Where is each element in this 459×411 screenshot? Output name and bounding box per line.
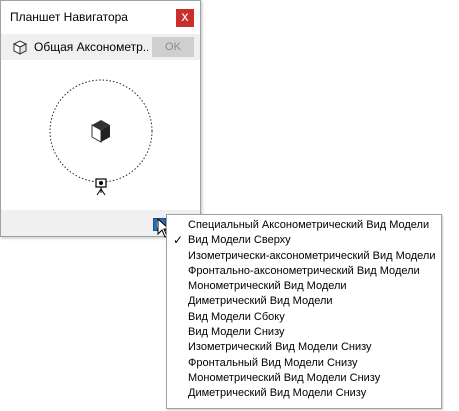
close-icon: x <box>181 10 189 25</box>
menu-item[interactable]: Монометрический Вид Модели Снизу <box>167 371 441 386</box>
close-button[interactable]: x <box>176 9 194 27</box>
menu-item[interactable]: ✓ Вид Модели Сверху <box>167 233 441 248</box>
title-bar[interactable]: Планшет Навигатора x <box>1 1 200 33</box>
box-icon <box>12 40 28 55</box>
current-view-name[interactable]: Общая Аксонометр... <box>34 40 148 54</box>
menu-item[interactable]: Диметрический Вид Модели Снизу <box>167 386 441 401</box>
palette-title: Планшет Навигатора <box>10 10 128 24</box>
navigator-preview[interactable] <box>1 60 200 210</box>
menu-item[interactable]: Вид Модели Сбоку <box>167 310 441 325</box>
check-icon: ✓ <box>173 233 184 248</box>
model-cube-icon <box>91 120 110 143</box>
menu-item[interactable]: Специальный Аксонометрический Вид Модели <box>167 218 441 233</box>
menu-item[interactable]: Монометрический Вид Модели <box>167 279 441 294</box>
orbit-view <box>49 79 153 196</box>
ok-button[interactable]: OK <box>152 37 194 57</box>
menu-item[interactable]: Изометрически-аксонометрический Вид Моде… <box>167 249 441 264</box>
menu-item[interactable]: Вид Модели Снизу <box>167 325 441 340</box>
view-menu: Специальный Аксонометрический Вид Модели… <box>166 214 442 409</box>
view-selector-row: Общая Аксонометр... OK <box>1 34 200 60</box>
navigator-palette: Планшет Навигатора x Общая Аксонометр...… <box>0 0 201 237</box>
menu-item[interactable]: Фронтально-аксонометрический Вид Модели <box>167 264 441 279</box>
menu-item[interactable]: Диметрический Вид Модели <box>167 294 441 309</box>
menu-item[interactable]: Изометрический Вид Модели Снизу <box>167 340 441 355</box>
menu-item[interactable]: Фронтальный Вид Модели Снизу <box>167 356 441 371</box>
camera-icon <box>95 178 107 196</box>
